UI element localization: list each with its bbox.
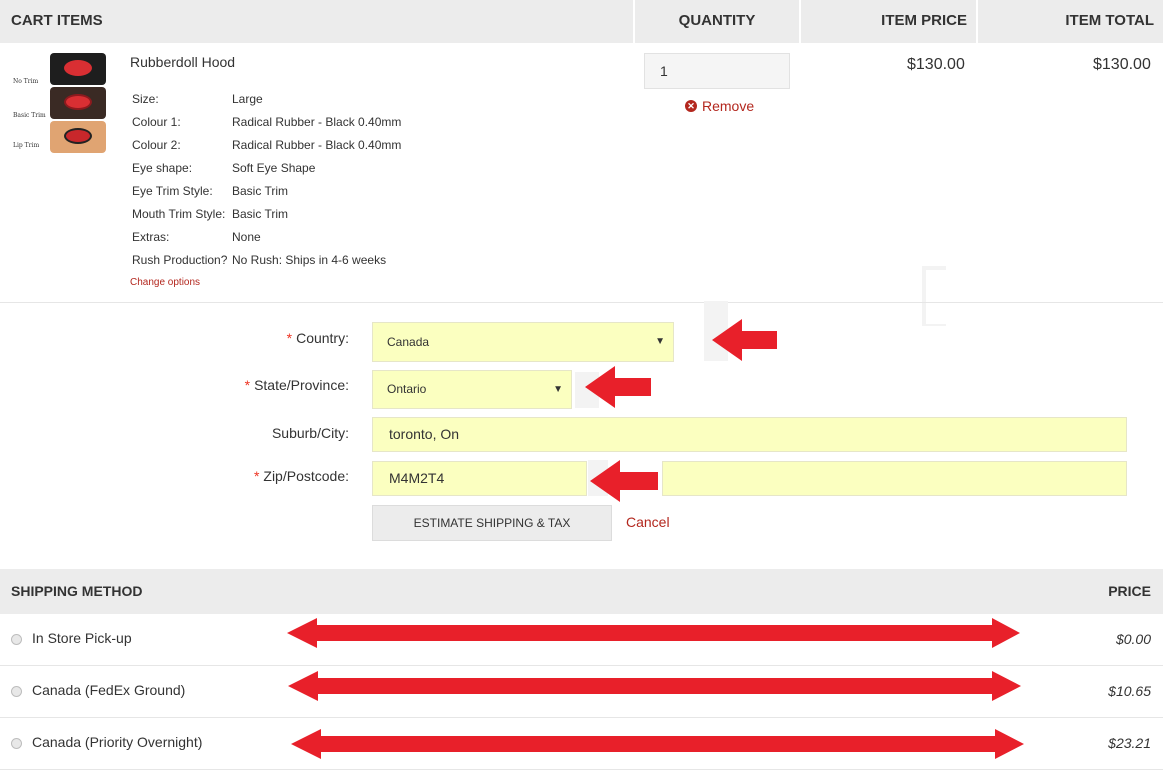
- thumb-face-basic-trim: [50, 87, 106, 119]
- remove-icon: ✕: [685, 100, 697, 112]
- cart-header: CART ITEMS QUANTITY ITEM PRICE ITEM TOTA…: [0, 0, 1163, 43]
- state-select[interactable]: Ontario ▼: [372, 370, 572, 409]
- change-options-link[interactable]: Change options: [130, 277, 200, 288]
- country-select[interactable]: Canada ▼: [372, 322, 674, 362]
- shipping-price-header: PRICE: [1108, 583, 1151, 599]
- shipping-price: $0.00: [1115, 631, 1151, 647]
- background-patch: [704, 301, 728, 361]
- required-mark: *: [244, 377, 251, 393]
- remove-link[interactable]: ✕ Remove: [685, 98, 754, 114]
- state-value: Ontario: [387, 382, 427, 396]
- dropdown-caret-icon: ▼: [553, 384, 563, 395]
- header-item-total: ITEM TOTAL: [978, 0, 1163, 43]
- state-label-text: State/Province:: [254, 377, 349, 393]
- zip-input[interactable]: M4M2T4: [372, 461, 587, 496]
- option-label: Eye shape:: [132, 161, 193, 175]
- product-thumbnail[interactable]: No Trim Basic Trim Lip Trim: [10, 53, 110, 153]
- option-label: Rush Production?: [132, 253, 228, 267]
- shipping-name: In Store Pick-up: [32, 630, 132, 646]
- shipping-radio[interactable]: [11, 686, 22, 697]
- background-patch: [926, 270, 1006, 324]
- option-value: No Rush: Ships in 4-6 weeks: [232, 253, 387, 267]
- shipping-radio[interactable]: [11, 738, 22, 749]
- thumb-label: Lip Trim: [13, 142, 40, 149]
- option-value: Basic Trim: [232, 207, 289, 221]
- option-value: Radical Rubber - Black 0.40mm: [232, 138, 402, 152]
- thumb-label: Basic Trim: [13, 112, 46, 119]
- shipping-price: $10.65: [1108, 683, 1151, 699]
- shipping-name: Canada (Priority Overnight): [32, 734, 203, 750]
- remove-label: Remove: [702, 98, 755, 114]
- background-patch: [588, 460, 608, 496]
- shipping-price: $23.21: [1108, 735, 1151, 751]
- product-name[interactable]: Rubberdoll Hood: [130, 54, 235, 70]
- dropdown-caret-icon: ▼: [655, 336, 665, 347]
- shipping-header: SHIPPING METHOD PRICE: [0, 569, 1163, 614]
- zip-label: * Zip/Postcode:: [254, 468, 349, 484]
- thumb-label: No Trim: [13, 78, 39, 85]
- shipping-option[interactable]: In Store Pick-up $0.00: [0, 614, 1163, 666]
- header-cart-items: CART ITEMS: [0, 0, 633, 43]
- country-label: * Country:: [287, 330, 349, 346]
- thumb-face-lip-trim: [50, 121, 106, 153]
- cancel-link[interactable]: Cancel: [626, 514, 670, 530]
- city-label: Suburb/City:: [272, 425, 349, 441]
- zip-label-text: Zip/Postcode:: [263, 468, 349, 484]
- option-label: Size:: [132, 92, 159, 106]
- shipping-option[interactable]: Canada (FedEx Ground) $10.65: [0, 666, 1163, 718]
- shipping-radio[interactable]: [11, 634, 22, 645]
- extra-field[interactable]: [662, 461, 1127, 496]
- header-quantity: QUANTITY: [635, 0, 799, 43]
- header-item-price: ITEM PRICE: [801, 0, 976, 43]
- option-value: Large: [232, 92, 263, 106]
- state-label: * State/Province:: [245, 377, 349, 393]
- option-label: Colour 2:: [132, 138, 181, 152]
- country-label-text: Country:: [296, 330, 349, 346]
- item-price: $130.00: [907, 56, 965, 73]
- option-value: Soft Eye Shape: [232, 161, 316, 175]
- option-value: None: [232, 230, 261, 244]
- thumb-face-no-trim: [50, 53, 106, 85]
- shipping-option[interactable]: Canada (Priority Overnight) $23.21: [0, 718, 1163, 770]
- option-label: Extras:: [132, 230, 170, 244]
- option-label: Colour 1:: [132, 115, 181, 129]
- city-input[interactable]: toronto, On: [372, 417, 1127, 452]
- option-label: Eye Trim Style:: [132, 184, 213, 198]
- required-mark: *: [286, 330, 293, 346]
- option-value: Radical Rubber - Black 0.40mm: [232, 115, 402, 129]
- background-patch: [575, 372, 599, 408]
- required-mark: *: [253, 468, 260, 484]
- item-total: $130.00: [1093, 56, 1151, 73]
- shipping-name: Canada (FedEx Ground): [32, 682, 186, 698]
- shipping-method-header: SHIPPING METHOD: [11, 583, 143, 599]
- option-value: Basic Trim: [232, 184, 289, 198]
- city-label-text: Suburb/City:: [271, 425, 349, 441]
- option-label: Mouth Trim Style:: [132, 207, 226, 221]
- country-value: Canada: [387, 335, 430, 349]
- section-divider: [0, 302, 1163, 303]
- quantity-input[interactable]: 1: [644, 53, 790, 89]
- estimate-shipping-button[interactable]: ESTIMATE SHIPPING & TAX: [372, 505, 612, 541]
